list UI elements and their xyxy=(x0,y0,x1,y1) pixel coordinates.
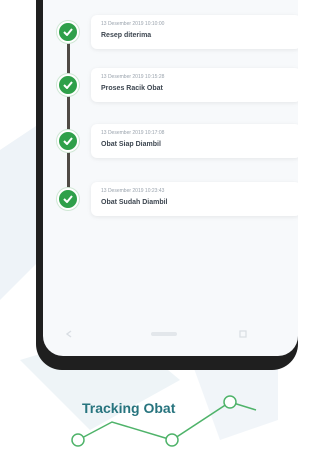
android-nav-bar xyxy=(43,326,298,342)
event-timestamp: 13 Desember 2019 10:10:00 xyxy=(101,21,165,27)
phone-screen: 13 Desember 2019 10:10:00 Resep diterima… xyxy=(43,0,298,356)
recent-apps-icon[interactable] xyxy=(239,330,247,338)
back-icon[interactable] xyxy=(65,330,73,338)
timeline-line xyxy=(67,26,70,206)
tracking-line-decoration xyxy=(71,395,257,447)
timeline-event: 13 Desember 2019 10:23:43 Obat Sudah Dia… xyxy=(43,182,298,216)
timeline-event: 13 Desember 2019 10:17:08 Obat Siap Diam… xyxy=(43,124,298,158)
event-timestamp: 13 Desember 2019 10:15:28 xyxy=(101,74,165,80)
event-card[interactable]: 13 Desember 2019 10:17:08 Obat Siap Diam… xyxy=(91,124,298,158)
event-status: Obat Sudah Diambil xyxy=(101,199,168,206)
event-card[interactable]: 13 Desember 2019 10:23:43 Obat Sudah Dia… xyxy=(91,182,298,216)
event-status: Obat Siap Diambil xyxy=(101,141,161,148)
event-timestamp: 13 Desember 2019 10:23:43 xyxy=(101,188,165,194)
check-icon xyxy=(57,188,79,210)
timeline-event: 13 Desember 2019 10:10:00 Resep diterima xyxy=(43,15,298,49)
event-status: Proses Racik Obat xyxy=(101,85,163,92)
check-icon xyxy=(57,21,79,43)
event-card[interactable]: 13 Desember 2019 10:10:00 Resep diterima xyxy=(91,15,298,49)
event-card[interactable]: 13 Desember 2019 10:15:28 Proses Racik O… xyxy=(91,68,298,102)
event-status: Resep diterima xyxy=(101,32,152,39)
event-timestamp: 13 Desember 2019 10:17:08 xyxy=(101,130,165,136)
feature-caption: Tracking Obat xyxy=(82,400,176,416)
home-button[interactable] xyxy=(151,332,177,336)
timeline-event: 13 Desember 2019 10:15:28 Proses Racik O… xyxy=(43,68,298,102)
phone-frame: 13 Desember 2019 10:10:00 Resep diterima… xyxy=(36,0,298,370)
check-icon xyxy=(57,74,79,96)
check-icon xyxy=(57,130,79,152)
